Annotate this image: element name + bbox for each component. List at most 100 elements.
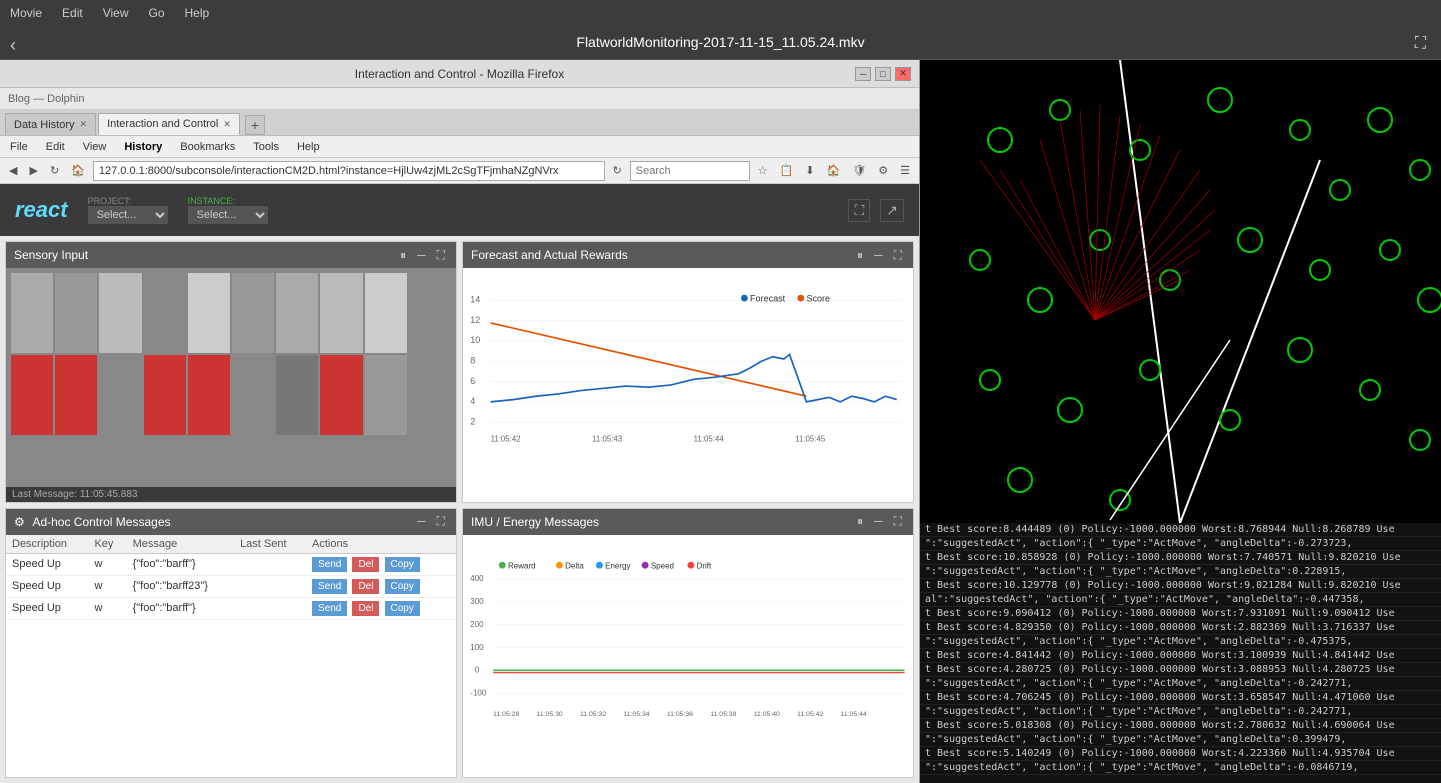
download-button[interactable]: ⬇ [801,162,818,179]
svg-text:400: 400 [470,574,484,583]
pause-icon[interactable]: ⏸ [854,514,866,529]
tab-close-active-icon[interactable]: ✕ [223,119,231,130]
movie-menu[interactable]: Movie [0,4,52,22]
sensory-bar-4 [144,273,186,353]
col-key: Key [88,535,126,554]
copy-button[interactable]: Copy [385,557,420,572]
svg-text:Drift: Drift [697,562,712,571]
tab-data-history[interactable]: Data History ✕ [5,113,96,135]
pause-icon[interactable]: ⏸ [397,248,409,263]
project-select[interactable]: Select... [88,206,168,224]
expand-icon[interactable]: ⛶ [891,248,905,263]
svg-text:11:05:40: 11:05:40 [754,711,780,718]
edit-menu[interactable]: Edit [41,139,70,155]
bookmark-star-button[interactable]: ☆ [754,162,772,179]
bookmarks-menu[interactable]: Bookmarks [175,139,240,155]
simulation-panel: t Best score:8.444489 (0) Policy:-1000.0… [920,60,1441,783]
react-header: react PROJECT: Select... INSTANCE: Selec… [0,184,919,236]
bookmark-manage-button[interactable]: 📋 [776,162,798,179]
del-button[interactable]: Del [352,601,379,616]
send-button[interactable]: Send [312,579,347,594]
browser-menu-bar: File Edit View History Bookmarks Tools H… [0,136,919,158]
send-button[interactable]: Send [312,557,347,572]
sensory-bar-9 [365,273,407,353]
sensory-bar-g5 [409,355,451,435]
svg-text:14: 14 [470,295,480,305]
address-bar[interactable] [93,161,605,181]
expand-icon[interactable]: ⛶ [434,248,448,263]
adhoc-panel-header: ⚙ Ad-hoc Control Messages ─ ⛶ [6,509,456,535]
search-input[interactable] [630,161,750,181]
minimize-icon[interactable]: ─ [414,248,429,263]
tab-interaction-control[interactable]: Interaction and Control ✕ [98,113,240,135]
fullscreen-icon[interactable]: ⛶ [848,199,870,222]
help-menu[interactable]: Help [175,4,220,22]
send-button[interactable]: Send [312,601,347,616]
shield-button[interactable]: 🛡 [848,162,870,179]
sensory-bar-r4 [188,355,230,435]
home2-button[interactable]: 🏠 [823,162,845,179]
search-refresh-button[interactable]: ↻ [609,162,626,179]
cell-description: Speed Up [6,553,88,575]
react-logo: react [15,197,68,223]
tab-label: Data History [14,119,75,131]
dev-button[interactable]: ⚙ [874,162,892,179]
reload-button[interactable]: ↻ [46,162,63,179]
sensory-panel-controls: ⏸ ─ ⛶ [397,248,448,263]
cell-message: {"foo":"barff"} [127,597,235,619]
cell-key: w [88,553,126,575]
minimize-icon[interactable]: ─ [871,514,886,529]
browser-titlebar: Interaction and Control - Mozilla Firefo… [0,60,919,88]
copy-button[interactable]: Copy [385,601,420,616]
expand-icon[interactable]: ⛶ [891,514,905,529]
new-tab-button[interactable]: + [245,115,265,135]
del-button[interactable]: Del [352,557,379,572]
log-line: t Best score:4.706245 (0) Policy:-1000.0… [920,691,1441,705]
copy-button[interactable]: Copy [385,579,420,594]
menu-open-button[interactable]: ☰ [896,162,914,179]
forward-button[interactable]: ▶ [25,162,41,179]
browser-toolbar: ◀ ▶ ↻ 🏠 ↻ ☆ 📋 ⬇ 🏠 🛡 ⚙ ☰ [0,158,919,184]
tab-close-icon[interactable]: ✕ [80,119,88,130]
video-back-button[interactable]: ‹ [10,35,16,56]
home-button[interactable]: 🏠 [67,162,89,179]
pause-icon[interactable]: ⏸ [854,248,866,263]
share-icon[interactable]: ↗ [880,199,904,222]
forecast-panel-header: Forecast and Actual Rewards ⏸ ─ ⛶ [463,242,913,268]
close-button[interactable]: ✕ [895,67,911,81]
sensory-footer: Last Message: 11:05:45.883 [6,487,456,502]
svg-text:6: 6 [470,376,475,386]
history-menu[interactable]: History [119,139,167,155]
view-menu[interactable]: View [93,4,139,22]
del-button[interactable]: Del [352,579,379,594]
maximize-button[interactable]: □ [875,67,891,81]
tools-menu[interactable]: Tools [248,139,284,155]
imu-panel-controls: ⏸ ─ ⛶ [854,514,905,529]
minimize-icon[interactable]: ─ [871,248,886,263]
video-expand-button[interactable]: ⛶ [1415,35,1426,53]
imu-svg: Reward Delta Energy Speed Drift 400 300 [468,540,908,772]
cell-actions: Send Del Copy [306,575,456,597]
last-message-label: Last Message: 11:05:45.883 [12,489,137,500]
svg-text:Score: Score [806,293,830,303]
instance-select[interactable]: Select... [188,206,268,224]
sensory-bar-g1 [99,355,141,435]
minimize-icon[interactable]: ─ [414,514,429,529]
view-menu[interactable]: View [78,139,112,155]
svg-text:Speed: Speed [651,562,674,571]
edit-menu[interactable]: Edit [52,4,93,22]
log-line: t Best score:9.090412 (0) Policy:-1000.0… [920,607,1441,621]
file-menu[interactable]: File [5,139,33,155]
col-actions: Actions [306,535,456,554]
go-menu[interactable]: Go [139,4,175,22]
gear-icon: ⚙ [14,515,25,529]
log-line: t Best score:5.140249 (0) Policy:-1000.0… [920,747,1441,761]
log-line: t Best score:4.829350 (0) Policy:-1000.0… [920,621,1441,635]
back-button[interactable]: ◀ [5,162,21,179]
minimize-button[interactable]: ─ [855,67,871,81]
expand-icon[interactable]: ⛶ [434,514,448,529]
panels-grid: Sensory Input ⏸ ─ ⛶ [0,236,919,783]
sensory-bar-2 [55,273,97,353]
help-menu[interactable]: Help [292,139,325,155]
cell-key: w [88,575,126,597]
